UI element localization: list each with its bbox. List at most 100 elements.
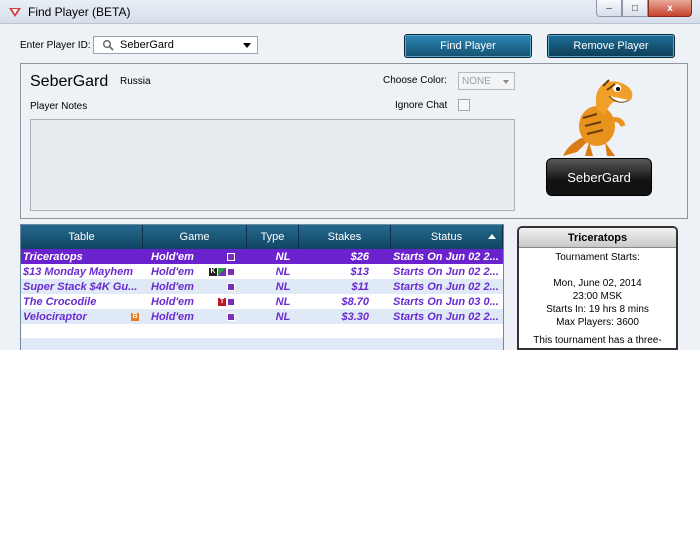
tournament-max-players: Max Players: 3600 xyxy=(556,317,639,328)
table-name-cell: Super Stack $4K Gu... xyxy=(21,279,143,294)
flag-icon xyxy=(227,267,235,276)
stakes-cell: $11 xyxy=(351,280,369,293)
game-icons xyxy=(227,252,235,261)
table-name: Velociraptor xyxy=(23,310,87,323)
status-cell: Starts On Jun 02 2... xyxy=(393,265,499,278)
type-cell: NL xyxy=(275,280,291,293)
game-cell: Hold'em K xyxy=(143,264,247,279)
guarantee-icon xyxy=(218,267,226,276)
game-cell: Hold'em xyxy=(143,249,247,264)
search-icon xyxy=(103,40,114,51)
empty-row xyxy=(21,338,503,350)
type-cell: NL xyxy=(275,265,291,278)
game-cell: Hold'em xyxy=(143,279,247,294)
game-name: Hold'em xyxy=(151,280,194,293)
stakes-cell: $8.70 xyxy=(341,295,369,308)
tournament-description: This tournament has a three-horned face … xyxy=(533,335,662,346)
choose-color-label: Choose Color: xyxy=(383,75,447,86)
choose-color-value: NONE xyxy=(462,75,491,87)
player-notes-textarea[interactable] xyxy=(30,119,515,211)
table-name-cell: The Crocodile xyxy=(21,294,143,309)
knockout-icon: K xyxy=(209,267,217,276)
window-title: Find Player (BETA) xyxy=(28,5,131,19)
ignore-chat-label: Ignore Chat xyxy=(395,100,448,111)
sort-ascending-icon xyxy=(488,234,496,239)
bounty-icon: B xyxy=(131,312,139,321)
player-name: SeberGard xyxy=(30,73,109,90)
tournament-starts-label: Tournament Starts: xyxy=(555,252,640,263)
flag-icon xyxy=(227,297,235,306)
stakes-cell: $3.30 xyxy=(341,310,369,323)
flag-icon xyxy=(227,312,235,321)
game-icons: K xyxy=(209,267,235,276)
close-button[interactable]: x xyxy=(648,0,692,17)
remove-player-button[interactable]: Remove Player xyxy=(547,34,675,58)
player-badge: SeberGard xyxy=(546,158,652,196)
game-cell: Hold'em T xyxy=(143,294,247,309)
table-row[interactable]: Super Stack $4K Gu... Hold'em NL $11 Starts … xyxy=(21,279,503,294)
tournament-time: 23:00 MSK xyxy=(572,291,623,302)
table-row[interactable]: The Crocodile Hold'em T NL $8.70 Starts On Ju… xyxy=(21,294,503,309)
stakes-cell: $13 xyxy=(350,265,369,278)
turbo-icon: T xyxy=(218,297,226,306)
status-cell: Starts On Jun 02 2... xyxy=(393,250,499,263)
player-notes-label: Player Notes xyxy=(30,101,88,112)
minimize-button[interactable]: – xyxy=(596,0,622,17)
table-name-cell: Triceratops xyxy=(21,249,143,264)
window-controls: – □ x xyxy=(596,0,692,19)
table-name: The Crocodile xyxy=(23,295,97,308)
choose-color-select[interactable]: NONE xyxy=(458,72,515,90)
game-name: Hold'em xyxy=(151,295,194,308)
empty-row xyxy=(21,324,503,338)
status-cell: Starts On Jun 03 0... xyxy=(393,295,499,308)
column-header-stakes[interactable]: Stakes xyxy=(299,225,391,249)
table-name: Super Stack $4K Gu... xyxy=(23,280,138,293)
ignore-chat-checkbox[interactable] xyxy=(458,99,470,111)
game-name: Hold'em xyxy=(151,250,194,263)
table-name-cell: Velociraptor B xyxy=(21,309,143,324)
game-icons xyxy=(227,282,235,291)
player-panel: SeberGard Russia Player Notes Choose Col… xyxy=(20,63,688,219)
status-cell: Starts On Jun 02 2... xyxy=(393,280,499,293)
tournament-date: Mon, June 02, 2014 xyxy=(553,278,642,289)
game-name: Hold'em xyxy=(151,310,194,323)
column-header-status[interactable]: Status xyxy=(391,225,503,249)
find-player-window: Find Player (BETA) – □ x Enter Player ID… xyxy=(0,0,700,350)
tournament-info-body: Tournament Starts: Mon, June 02, 2014 23… xyxy=(519,248,676,348)
grid-rows: Triceratops Hold'em NL $26 Starts On Jun 02 … xyxy=(21,249,503,350)
find-player-button[interactable]: Find Player xyxy=(404,34,532,58)
player-id-combobox[interactable]: SeberGard xyxy=(93,36,258,54)
player-id-label: Enter Player ID: xyxy=(20,40,91,51)
chevron-down-icon xyxy=(503,80,509,84)
app-logo-icon xyxy=(9,8,21,17)
table-row[interactable]: Triceratops Hold'em NL $26 Starts On Jun 02 … xyxy=(21,249,503,264)
type-cell: NL xyxy=(275,310,291,323)
tournament-info-title: Triceratops xyxy=(519,228,676,248)
table-name-cell: $13 Monday Mayhem xyxy=(21,264,143,279)
maximize-button[interactable]: □ xyxy=(622,0,648,17)
game-name: Hold'em xyxy=(151,265,194,278)
column-header-game[interactable]: Game xyxy=(143,225,247,249)
grid-header: Table Game Type Stakes Status xyxy=(21,225,503,249)
tournament-starts-in: Starts In: 19 hrs 8 mins xyxy=(546,304,649,315)
table-row[interactable]: $13 Monday Mayhem Hold'em K NL $13 Starts On … xyxy=(21,264,503,279)
column-header-table[interactable]: Table xyxy=(21,225,143,249)
type-cell: NL xyxy=(275,295,291,308)
chevron-down-icon[interactable] xyxy=(243,42,251,48)
table-name: Triceratops xyxy=(23,250,83,263)
tournament-info-panel: Triceratops Tournament Starts: Mon, June… xyxy=(517,226,678,350)
type-cell: NL xyxy=(275,250,291,263)
title-bar[interactable]: Find Player (BETA) – □ x xyxy=(0,0,700,24)
table-row[interactable]: Velociraptor B Hold'em NL $3.30 Starts On Jun… xyxy=(21,309,503,324)
column-header-status-label: Status xyxy=(430,231,463,243)
flag-icon xyxy=(227,282,235,291)
game-icons xyxy=(227,312,235,321)
flag-icon xyxy=(227,252,235,261)
dinosaur-avatar-icon xyxy=(563,79,633,156)
player-country: Russia xyxy=(120,76,151,87)
stakes-cell: $26 xyxy=(350,250,369,263)
status-cell: Starts On Jun 02 2... xyxy=(393,310,499,323)
column-header-type[interactable]: Type xyxy=(247,225,299,249)
table-name: $13 Monday Mayhem xyxy=(23,265,134,278)
tables-grid: Table Game Type Stakes Status Triceratop… xyxy=(20,224,504,350)
